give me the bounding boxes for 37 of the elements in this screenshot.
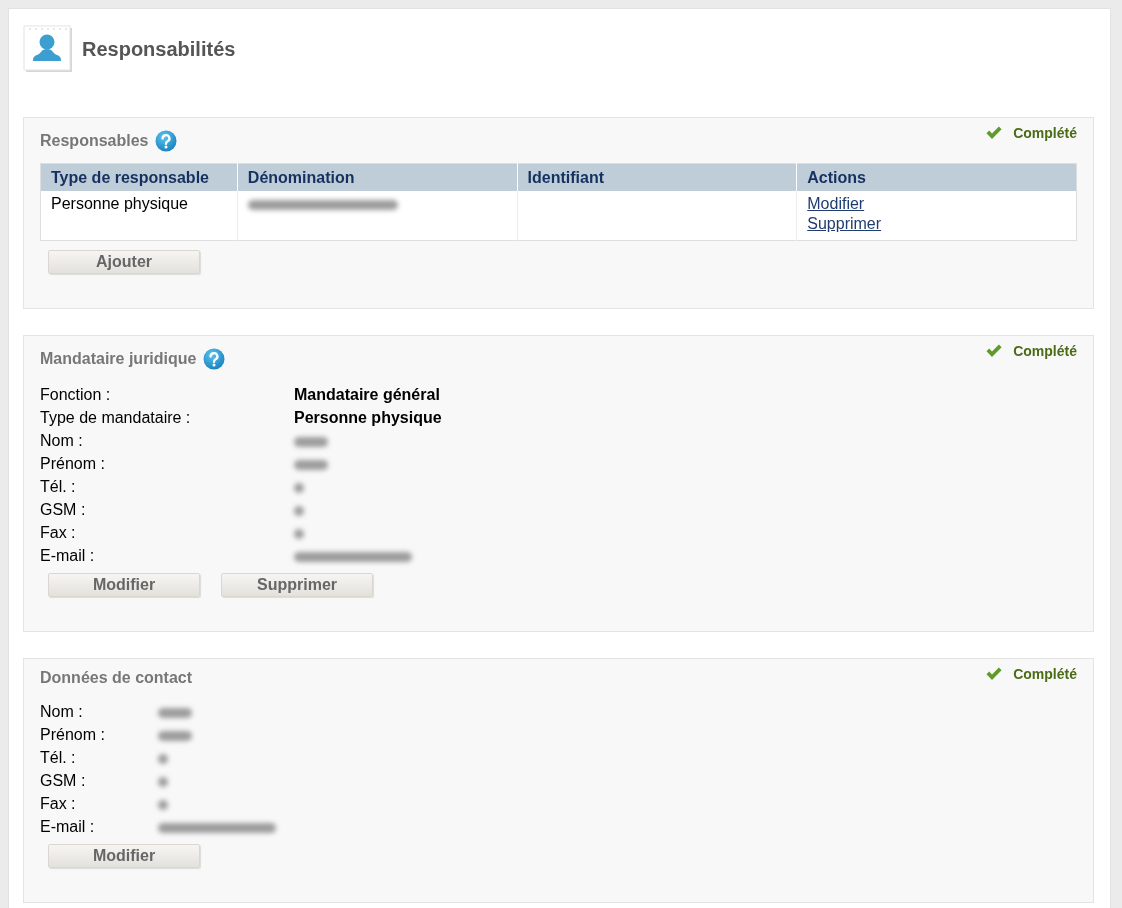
table-cell-text: Personne physique [51,194,188,214]
action-button[interactable]: Supprimer [221,573,373,597]
status-label: Complété [1013,666,1077,682]
field-label: E-mail : [40,817,95,837]
field-value: Personne physique [294,409,442,426]
user-icon [23,25,73,73]
field-label: Type de mandataire : [40,408,191,428]
column-header: Dénomination [237,163,518,191]
field-value: Mandataire général [294,386,440,403]
help-icon[interactable] [203,348,226,370]
section-title: Données de contact [40,669,193,687]
help-icon[interactable] [155,130,178,152]
section-title: Responsables [40,132,149,150]
field-label: Prénom : [40,725,105,745]
field-label: Tél. : [40,477,76,497]
field-label: Nom : [40,431,83,451]
action-link[interactable]: Supprimer [807,214,882,234]
action-button[interactable]: Modifier [48,844,200,868]
field-label: Fonction : [40,385,111,405]
field-label: E-mail : [40,546,95,566]
page-title: Responsabilités [82,37,236,61]
field-label: Nom : [40,702,83,722]
field-label: Prénom : [40,454,105,474]
section-title: Mandataire juridique [40,350,197,368]
field-label: Tél. : [40,748,76,768]
field-label: GSM : [40,500,86,520]
action-link[interactable]: Modifier [807,194,865,214]
field-label: Fax : [40,794,76,814]
status-label: Complété [1013,343,1077,359]
column-header: Type de responsable [40,163,238,191]
action-button[interactable]: Modifier [48,573,200,597]
field-label: GSM : [40,771,86,791]
column-header: Identifiant [517,163,797,191]
action-button[interactable]: Ajouter [48,250,200,274]
status-label: Complété [1013,125,1077,141]
column-header: Actions [796,163,1077,191]
field-label: Fax : [40,523,76,543]
